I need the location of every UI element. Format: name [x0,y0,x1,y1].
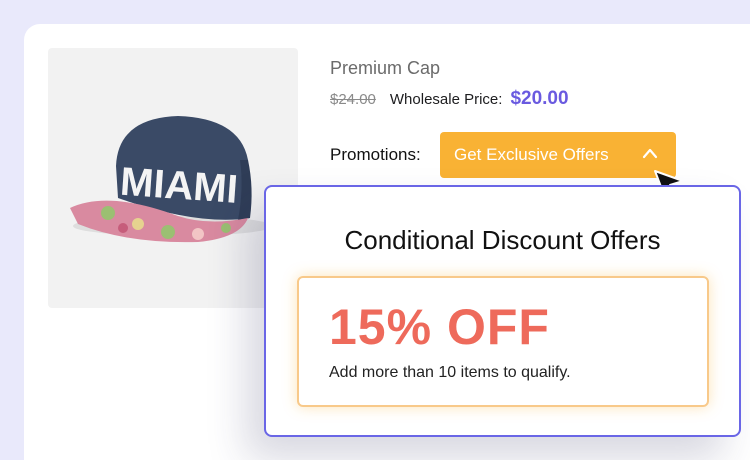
offer-discount: 15% OFF [329,299,550,355]
discount-offer-card[interactable]: 15% OFF Add more than 10 items to qualif… [297,276,709,407]
original-price: $24.00 [330,91,376,108]
get-exclusive-offers-button[interactable]: Get Exclusive Offers [440,132,676,178]
offer-condition: Add more than 10 items to qualify. [329,364,571,381]
product-title: Premium Cap [330,58,441,78]
wholesale-price: $20.00 [510,88,569,109]
popover-title: Conditional Discount Offers [344,225,661,255]
promotions-label: Promotions: [330,145,421,164]
wholesale-label: Wholesale Price: [389,91,503,108]
price-row: $24.00 Wholesale Price: $20.00 [330,88,569,110]
chevron-up-icon [642,148,658,159]
product-image[interactable]: MIAMI [48,48,298,308]
cap-image: MIAMI [70,116,273,243]
offers-button-label: Get Exclusive Offers [454,145,609,164]
discount-offers-popover: Conditional Discount Offers 15% OFF Add … [264,185,741,437]
